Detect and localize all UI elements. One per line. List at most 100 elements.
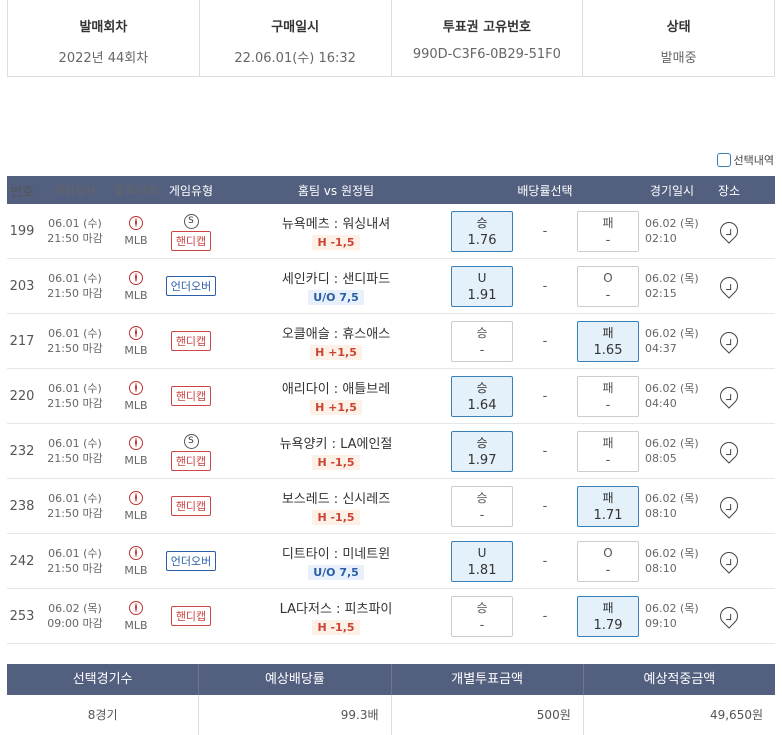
odds-value: 1.79 bbox=[593, 617, 623, 633]
handicap-badge: H +1,5 bbox=[310, 399, 362, 415]
odds-lose-button[interactable]: O- bbox=[577, 540, 639, 582]
odds-lose-button[interactable]: 패- bbox=[577, 210, 639, 252]
odds-win-button[interactable]: 승- bbox=[451, 485, 513, 527]
team-names: 보스레드 : 신시레즈 bbox=[281, 491, 391, 507]
header-deadline: 마감일시 bbox=[54, 183, 96, 197]
location-pin-icon[interactable] bbox=[716, 603, 742, 629]
odds-draw: - bbox=[542, 608, 548, 624]
odds-draw: - bbox=[542, 223, 548, 239]
row-game-date: 06.02 (목) 08:10 bbox=[641, 546, 703, 576]
summary-values: 8경기 99.3배 500원 49,650원 bbox=[7, 695, 775, 735]
team-names: 오클애슬 : 휴스애스 bbox=[281, 326, 391, 342]
row-match: LA다저스 : 피츠파이 H -1,5 bbox=[223, 598, 449, 635]
handicap-badge: H +1,5 bbox=[310, 344, 362, 360]
row-deadline: 06.01 (수) 21:50 마감 bbox=[37, 546, 113, 576]
odds-label: U bbox=[477, 545, 487, 560]
baseball-icon bbox=[129, 545, 143, 560]
summary-game-count: 8경기 bbox=[87, 708, 118, 722]
row-number: 242 bbox=[9, 553, 35, 569]
info-purchase-time: 구매일시 22.06.01(수) 16:32 bbox=[198, 0, 391, 76]
odds-lose-button[interactable]: 패 1.65 bbox=[577, 320, 639, 362]
info-label: 상태 bbox=[666, 20, 691, 35]
header-no: 번호 bbox=[10, 184, 34, 200]
sport-label: MLB bbox=[124, 563, 148, 577]
deadline-date: 06.01 (수) bbox=[48, 382, 102, 395]
row-place bbox=[703, 328, 755, 354]
odds-value: - bbox=[479, 342, 485, 358]
location-pin-icon[interactable] bbox=[716, 383, 742, 409]
game-time: 04:37 bbox=[645, 342, 677, 355]
game-time: 02:15 bbox=[645, 287, 677, 300]
odds-lose-button[interactable]: 패- bbox=[577, 375, 639, 417]
row-deadline: 06.01 (수) 21:50 마감 bbox=[37, 216, 113, 246]
odds-lose-button[interactable]: 패 1.71 bbox=[577, 485, 639, 527]
row-win-cell: 승- bbox=[449, 485, 515, 527]
odds-draw: - bbox=[542, 333, 548, 349]
sport-label: MLB bbox=[124, 453, 148, 467]
sport-label: MLB bbox=[124, 398, 148, 412]
game-time: 08:10 bbox=[645, 562, 677, 575]
odds-win-button[interactable]: 승 1.64 bbox=[451, 375, 513, 417]
baseball-icon bbox=[129, 435, 143, 450]
row-number: 238 bbox=[9, 498, 35, 514]
row-game-type: S 핸디캡 bbox=[159, 212, 223, 251]
row-deadline: 06.01 (수) 21:50 마감 bbox=[37, 326, 113, 356]
odds-win-button[interactable]: 승 1.76 bbox=[451, 210, 513, 252]
location-pin-icon[interactable] bbox=[716, 218, 742, 244]
header-place: 장소 bbox=[717, 183, 741, 198]
deadline-time: 09:00 마감 bbox=[47, 617, 103, 630]
selection-legend: 선택내역 bbox=[716, 152, 774, 168]
row-win-cell: 승- bbox=[449, 595, 515, 637]
row-lose-cell: 패- bbox=[575, 430, 641, 472]
odds-lose-button[interactable]: O- bbox=[577, 265, 639, 307]
odds-draw: - bbox=[542, 553, 548, 569]
odds-win-button[interactable]: 승- bbox=[451, 320, 513, 362]
row-place bbox=[703, 438, 755, 464]
odds-win-button[interactable]: U 1.91 bbox=[451, 265, 513, 307]
handicap-badge: H -1,5 bbox=[312, 234, 360, 250]
game-date: 06.02 (목) bbox=[645, 602, 699, 615]
row-place bbox=[703, 603, 755, 629]
odds-label: 승 bbox=[476, 490, 488, 505]
odds-label: 승 bbox=[476, 435, 488, 450]
row-lose-cell: 패 1.65 bbox=[575, 320, 641, 362]
info-value: 990D-C3F6-0B29-51F0 bbox=[412, 47, 561, 62]
odds-label: 승 bbox=[476, 215, 488, 230]
summary-expected-payout: 49,650원 bbox=[582, 695, 775, 735]
sport-label: MLB bbox=[124, 343, 148, 357]
odds-label: O bbox=[603, 270, 613, 285]
row-game-date: 06.02 (목) 04:40 bbox=[641, 381, 703, 411]
game-type-badge: 핸디캡 bbox=[170, 386, 212, 406]
location-pin-icon[interactable] bbox=[716, 548, 742, 574]
deadline-date: 06.01 (수) bbox=[48, 327, 102, 340]
summary-bet-amount: 500원 bbox=[390, 695, 583, 735]
header-odds: 배당률선택 bbox=[517, 183, 573, 198]
deadline-time: 21:50 마감 bbox=[47, 232, 103, 245]
game-date: 06.02 (목) bbox=[645, 437, 699, 450]
odds-lose-button[interactable]: 패 1.79 bbox=[577, 595, 639, 637]
location-pin-icon[interactable] bbox=[716, 328, 742, 354]
row-number: 203 bbox=[9, 278, 35, 294]
location-pin-icon[interactable] bbox=[716, 438, 742, 464]
row-place bbox=[703, 548, 755, 574]
odds-label: 패 bbox=[602, 325, 614, 340]
row-match: 오클애슬 : 휴스애스 H +1,5 bbox=[223, 323, 449, 360]
s-badge: S bbox=[183, 433, 199, 449]
odds-win-button[interactable]: 승- bbox=[451, 595, 513, 637]
row-game-type: S 핸디캡 bbox=[159, 432, 223, 471]
header-sport: 종목/대회 bbox=[113, 184, 159, 197]
team-names: LA다저스 : 피츠파이 bbox=[279, 601, 393, 617]
odds-label: 승 bbox=[476, 380, 488, 395]
row-win-cell: 승- bbox=[449, 320, 515, 362]
location-pin-icon[interactable] bbox=[716, 273, 742, 299]
odds-label: O bbox=[603, 545, 613, 560]
info-value: 2022년 44회차 bbox=[58, 51, 149, 66]
deadline-date: 06.01 (수) bbox=[48, 547, 102, 560]
table-row: 238 06.01 (수) 21:50 마감 MLB 핸디캡 보스레드 : 신시레즈 H -… bbox=[7, 479, 775, 534]
location-pin-icon[interactable] bbox=[716, 493, 742, 519]
odds-lose-button[interactable]: 패- bbox=[577, 430, 639, 472]
row-match: 뉴욕양키 : LA에인절 H -1,5 bbox=[223, 433, 449, 470]
odds-win-button[interactable]: U 1.81 bbox=[451, 540, 513, 582]
row-place bbox=[703, 493, 755, 519]
odds-win-button[interactable]: 승 1.97 bbox=[451, 430, 513, 472]
